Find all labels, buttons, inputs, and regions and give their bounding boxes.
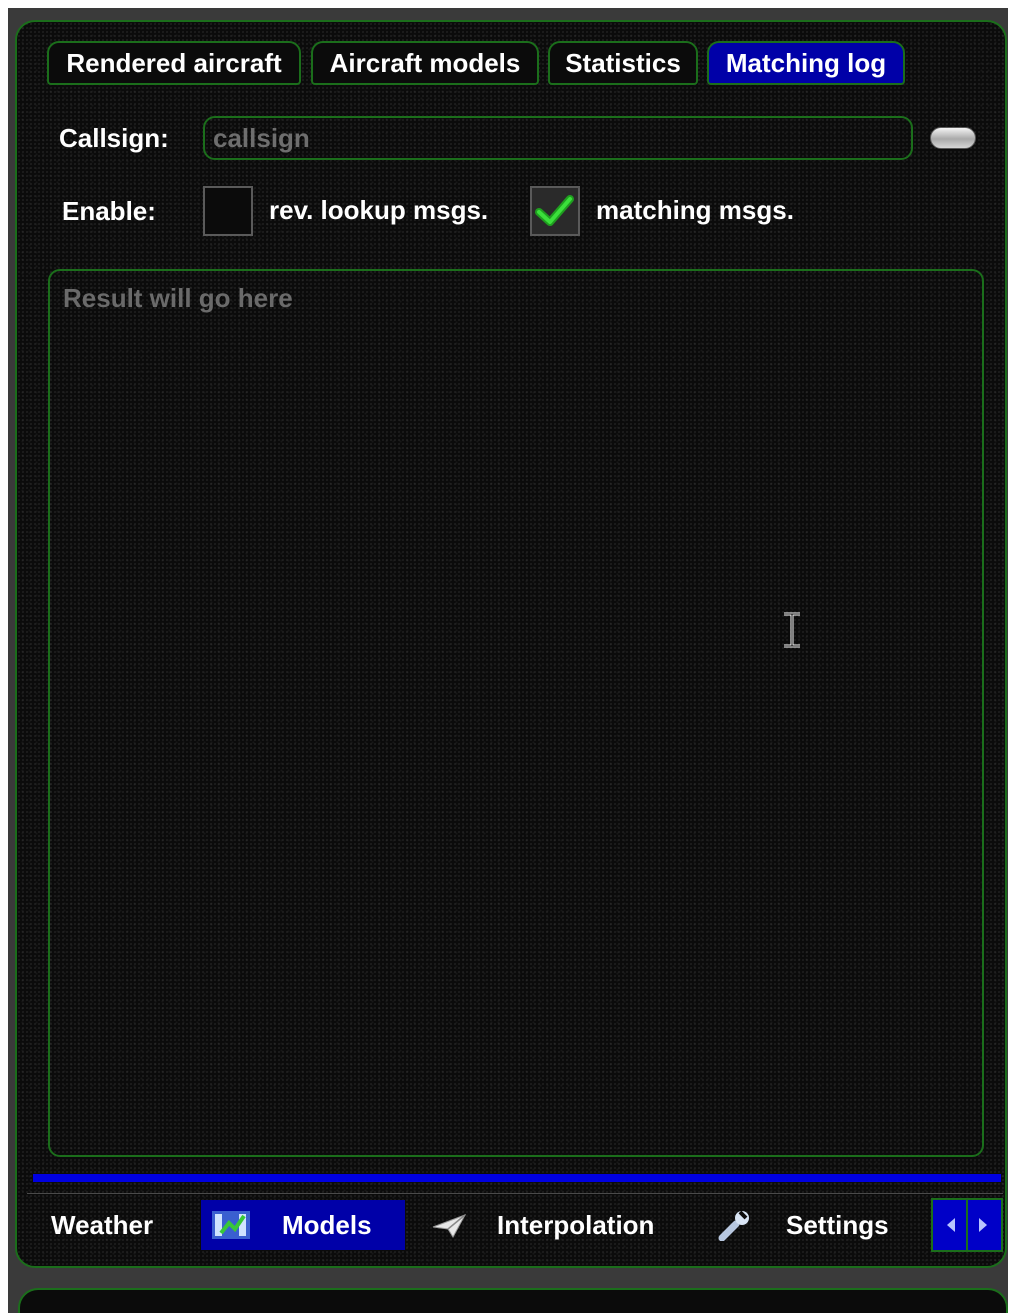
nav-weather[interactable]: Weather: [51, 1200, 191, 1250]
tab-aircraft-models[interactable]: Aircraft models: [311, 41, 539, 85]
tab-rendered-aircraft[interactable]: Rendered aircraft: [47, 41, 301, 85]
models-icon: [212, 1211, 250, 1239]
window-frame: Rendered aircraft Aircraft models Statis…: [8, 8, 1008, 1313]
nav-settings[interactable]: Settings: [714, 1200, 904, 1250]
nav-interpolation-label: Interpolation: [497, 1210, 655, 1240]
paper-plane-icon: [432, 1214, 467, 1238]
bottom-divider: [27, 1193, 1003, 1194]
nav-settings-label: Settings: [786, 1210, 889, 1240]
callsign-apply-button[interactable]: [930, 127, 976, 149]
tab-matching-log[interactable]: Matching log: [707, 41, 905, 85]
scroll-arrows-icon: [947, 1200, 987, 1250]
enable-label: Enable:: [62, 196, 156, 226]
matching-msgs-label: matching msgs.: [596, 195, 794, 225]
matching-msgs-checkbox[interactable]: [530, 186, 580, 236]
callsign-label: Callsign:: [59, 123, 169, 153]
nav-interpolation[interactable]: Interpolation: [429, 1200, 699, 1250]
wrench-icon: [718, 1210, 749, 1241]
callsign-input[interactable]: [203, 116, 913, 160]
lower-panel: [18, 1288, 1008, 1313]
result-textarea[interactable]: [48, 269, 984, 1157]
checkmark-icon: [535, 195, 574, 226]
nav-models[interactable]: Models: [201, 1200, 405, 1250]
rev-lookup-label: rev. lookup msgs.: [269, 195, 489, 225]
splitter-bar[interactable]: [33, 1174, 1001, 1182]
nav-scroll-buttons[interactable]: [931, 1198, 1003, 1252]
tab-statistics[interactable]: Statistics: [548, 41, 698, 85]
matching-panel: Rendered aircraft Aircraft models Statis…: [15, 20, 1007, 1268]
text-cursor-icon: [784, 612, 800, 648]
nav-models-label: Models: [282, 1210, 372, 1240]
rev-lookup-checkbox[interactable]: [203, 186, 253, 236]
nav-weather-label: Weather: [51, 1210, 154, 1240]
